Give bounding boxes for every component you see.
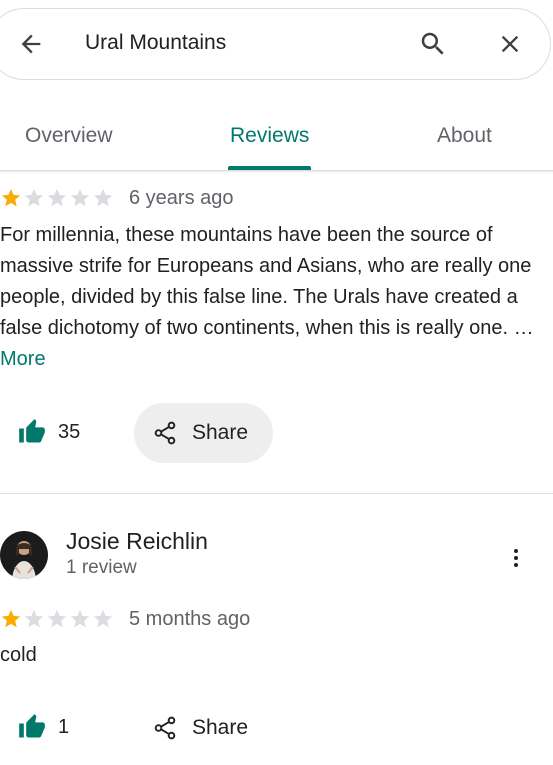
arrow-back-icon xyxy=(21,34,41,54)
star-empty-icon xyxy=(70,188,90,207)
back-button[interactable] xyxy=(11,24,51,64)
review-body: For millennia, these mountains have been… xyxy=(0,224,534,339)
close-icon xyxy=(501,35,519,53)
review-time: 6 years ago xyxy=(129,187,234,209)
share-icon xyxy=(154,421,176,445)
star-empty-icon xyxy=(24,609,44,628)
share-label: Share xyxy=(192,421,249,444)
close-button[interactable] xyxy=(490,24,530,64)
search-icon xyxy=(421,32,444,55)
share-button[interactable]: Share xyxy=(134,698,273,758)
search-query[interactable]: Ural Mountains xyxy=(85,31,226,55)
star-empty-icon xyxy=(70,609,90,628)
review-text: For millennia, these mountains have been… xyxy=(0,220,540,375)
star-empty-icon xyxy=(24,188,44,207)
star-empty-icon xyxy=(47,188,67,207)
like-button[interactable]: 35 xyxy=(18,418,80,446)
reviewer-review-count: 1 review xyxy=(66,557,137,578)
star-empty-icon xyxy=(93,188,113,207)
star-rating xyxy=(0,187,114,209)
thumb-up-icon xyxy=(19,714,45,738)
review-time: 5 months ago xyxy=(129,608,251,630)
search-button[interactable] xyxy=(413,24,453,64)
review-divider xyxy=(0,493,553,494)
star-filled-icon xyxy=(1,609,21,628)
search-bar[interactable] xyxy=(0,8,551,80)
star-filled-icon xyxy=(1,188,21,207)
share-label: Share xyxy=(192,716,249,739)
more-options-button[interactable] xyxy=(500,542,532,574)
tab-overview[interactable]: Overview xyxy=(25,124,113,148)
star-empty-icon xyxy=(93,609,113,628)
share-button[interactable]: Share xyxy=(134,403,273,463)
star-rating xyxy=(0,608,114,630)
thumb-up-icon xyxy=(19,419,45,443)
more-vert-icon xyxy=(514,549,518,567)
more-link[interactable]: More xyxy=(0,348,46,370)
like-count: 1 xyxy=(58,715,70,738)
share-icon xyxy=(154,716,176,740)
tab-bar: Overview Reviews About xyxy=(0,100,553,172)
like-count: 35 xyxy=(58,420,81,443)
tab-about[interactable]: About xyxy=(437,124,492,148)
tabs-divider xyxy=(0,170,553,173)
avatar[interactable] xyxy=(0,531,48,579)
star-empty-icon xyxy=(47,609,67,628)
tab-reviews[interactable]: Reviews xyxy=(230,124,309,148)
review-text: cold xyxy=(0,644,37,666)
reviewer-name[interactable]: Josie Reichlin xyxy=(66,528,208,555)
like-button[interactable]: 1 xyxy=(18,713,69,741)
